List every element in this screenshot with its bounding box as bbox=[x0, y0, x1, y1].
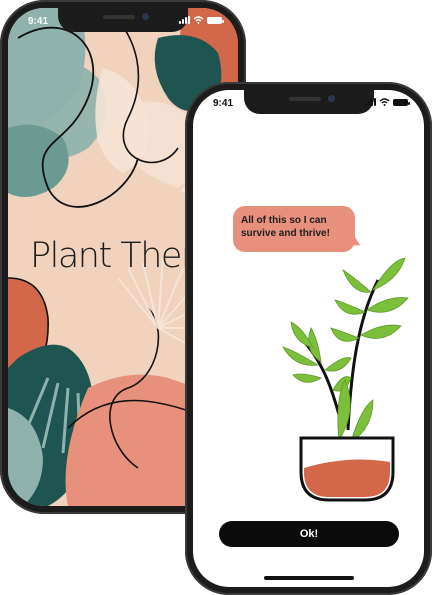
status-time: 9:41 bbox=[213, 98, 234, 109]
home-indicator bbox=[263, 576, 354, 580]
signal-icon bbox=[365, 98, 376, 106]
speech-bubble: All of this so I can survive and thrive! bbox=[233, 206, 355, 252]
wifi-icon bbox=[193, 16, 204, 24]
chat-screen: 9:41 All of this so I can survive and th… bbox=[193, 90, 424, 587]
ok-button[interactable]: Ok! bbox=[219, 521, 399, 547]
status-bar: 9:41 bbox=[8, 8, 238, 34]
status-bar: 9:41 bbox=[193, 90, 424, 116]
wifi-icon bbox=[379, 98, 390, 106]
battery-icon bbox=[393, 98, 410, 106]
front-phone: 9:41 All of this so I can survive and th… bbox=[185, 82, 432, 595]
status-time: 9:41 bbox=[28, 16, 49, 27]
battery-icon bbox=[207, 16, 224, 24]
signal-icon bbox=[179, 16, 190, 24]
plant-illustration bbox=[282, 257, 409, 502]
